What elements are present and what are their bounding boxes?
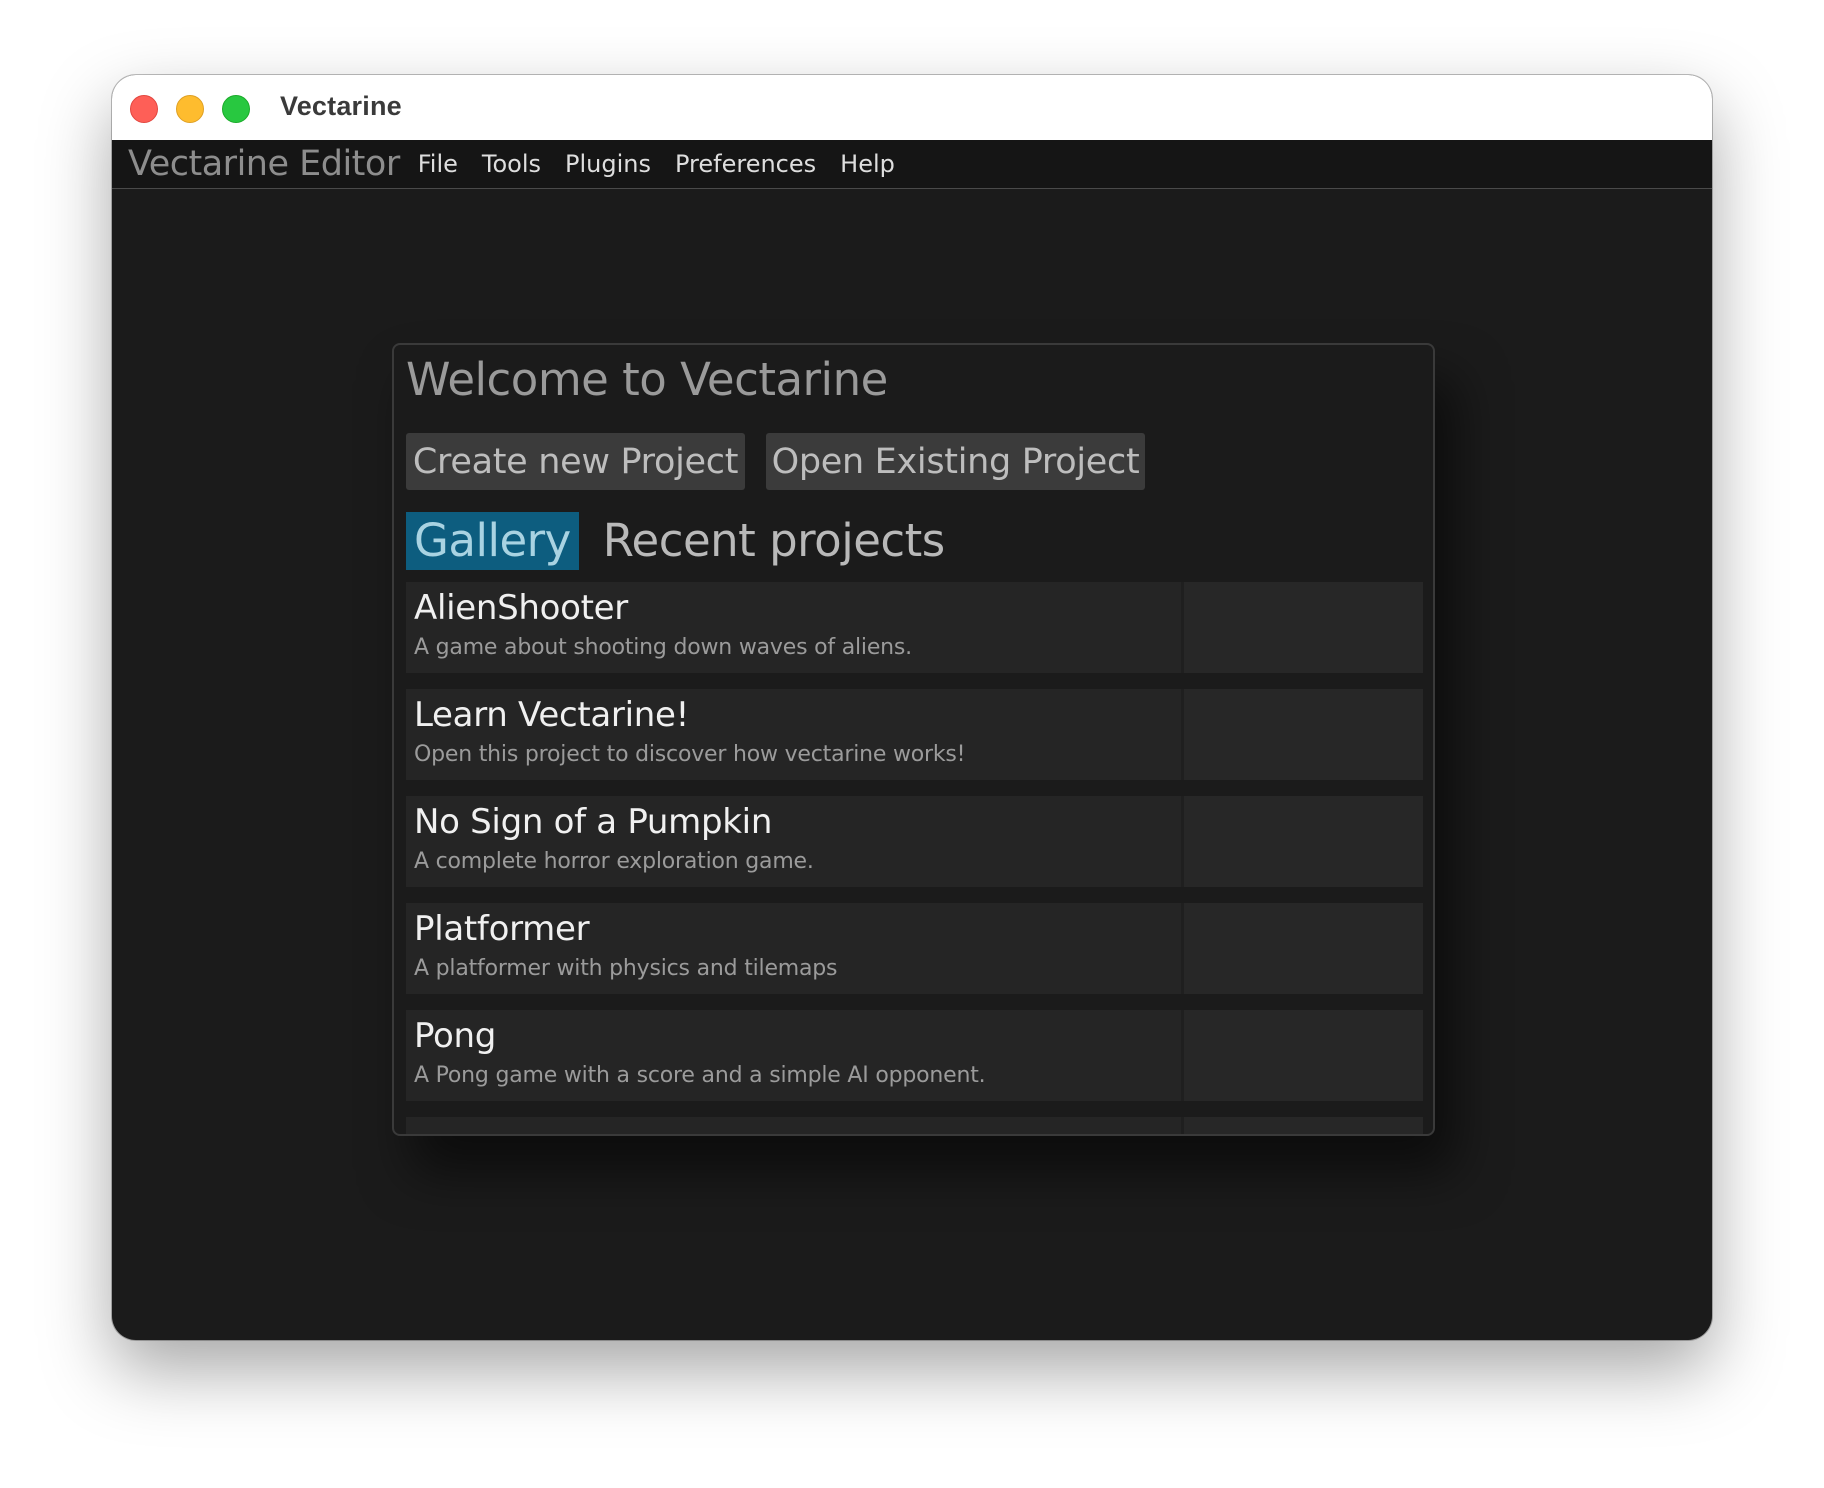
project-thumbnail [1181,689,1423,780]
project-description: A platformer with physics and tilemaps [414,956,838,981]
menu-tools[interactable]: Tools [482,150,541,178]
project-thumbnail [1181,796,1423,887]
tab-gallery[interactable]: Gallery [406,512,579,570]
welcome-dialog: Welcome to Vectarine Create new Project … [392,343,1435,1136]
window-title: Vectarine [280,91,402,121]
project-card-no-sign-of-a-pumpkin[interactable]: No Sign of a Pumpkin A complete horror e… [406,796,1423,887]
project-description: A game about shooting down waves of alie… [414,635,912,660]
project-card-pong[interactable]: Pong A Pong game with a score and a simp… [406,1010,1423,1101]
project-description: A complete horror exploration game. [414,849,814,874]
project-gallery-list[interactable]: AlienShooter A game about shooting down … [406,582,1423,1134]
project-card-learn-vectarine[interactable]: Learn Vectarine! Open this project to di… [406,689,1423,780]
welcome-title: Welcome to Vectarine [406,353,888,406]
menu-help[interactable]: Help [840,150,895,178]
create-project-button[interactable]: Create new Project [406,433,745,490]
project-name: Learn Vectarine! [414,695,689,735]
close-window-button[interactable] [130,95,158,123]
project-card-partial[interactable] [406,1117,1423,1134]
project-description: A Pong game with a score and a simple AI… [414,1063,986,1088]
menu-plugins[interactable]: Plugins [565,150,651,178]
project-thumbnail [1181,1117,1423,1134]
tab-recent-projects[interactable]: Recent projects [595,512,953,570]
menu-file[interactable]: File [418,150,458,178]
menu-bar: Vectarine Editor File Tools Plugins Pref… [112,140,1712,189]
project-card-platformer[interactable]: Platformer A platformer with physics and… [406,903,1423,994]
title-bar[interactable]: Vectarine [112,75,1712,141]
app-name: Vectarine Editor [128,144,400,184]
project-tabs: Gallery Recent projects [406,512,953,570]
minimize-window-button[interactable] [176,95,204,123]
project-card-alienshooter[interactable]: AlienShooter A game about shooting down … [406,582,1423,673]
project-name: No Sign of a Pumpkin [414,802,773,842]
project-description: Open this project to discover how vectar… [414,742,966,767]
project-name: Pong [414,1016,497,1056]
project-thumbnail [1181,582,1423,673]
project-thumbnail [1181,903,1423,994]
menu-preferences[interactable]: Preferences [675,150,816,178]
project-thumbnail [1181,1010,1423,1101]
project-name: AlienShooter [414,588,628,628]
app-window: Vectarine Vectarine Editor File Tools Pl… [112,75,1712,1340]
open-project-button[interactable]: Open Existing Project [766,433,1145,490]
project-name: Platformer [414,909,590,949]
maximize-window-button[interactable] [222,95,250,123]
